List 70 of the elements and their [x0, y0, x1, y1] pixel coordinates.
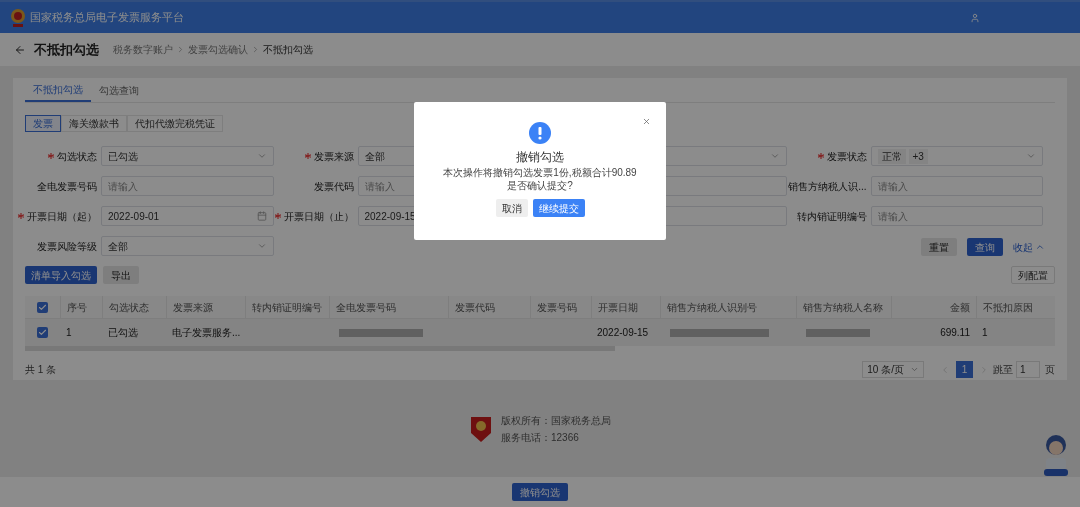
table-cell-text: 电子发票服务... [172, 326, 241, 340]
column-header: 开票日期 [591, 296, 660, 318]
table-cell-text: 2022-09-15 [597, 326, 649, 340]
column-header: 销售方纳税人识别号 [660, 296, 796, 318]
type-tab[interactable]: 海关缴款书 [61, 115, 127, 132]
table-cell-text: 1 [66, 326, 72, 340]
status-tag: 正常 [877, 148, 906, 164]
reset-button[interactable]: 重置 [921, 238, 957, 256]
page-input[interactable]: 1 [1016, 361, 1040, 378]
type-tab[interactable]: 发票 [25, 115, 61, 132]
column-header: 发票来源 [166, 296, 245, 318]
field-label: 发票状态 [826, 149, 867, 164]
column-header: 发票号码 [530, 296, 591, 318]
dialog-message: 本次操作将撤销勾选发票1份,税额合计90.89 [443, 166, 637, 179]
import-select-button[interactable]: 清单导入勾选 [25, 266, 97, 284]
dialog-message: 是否确认提交? [507, 179, 573, 192]
cancel-button[interactable]: 取消 [495, 199, 528, 217]
page-title: 不抵扣勾选 [34, 40, 99, 59]
type-tab[interactable]: 代扣代缴完税凭证 [127, 115, 223, 132]
form-field[interactable]: 正常 +3 [870, 146, 1043, 166]
collapse-link[interactable]: 收起 [1013, 239, 1045, 255]
select-value: 全部 [108, 239, 128, 254]
select-value: 已勾选 [108, 149, 138, 164]
field-label: 开票日期（止） [283, 209, 354, 224]
select-value: 全部 [364, 149, 385, 164]
date-value: 2022-09-01 [108, 209, 160, 224]
column-header: 金额 [891, 296, 976, 318]
table-cell-text: 699.11 [940, 326, 970, 340]
page-unit: 页 [1045, 363, 1055, 377]
column-header: 勾选状态 [102, 296, 166, 318]
breadcrumb-item: 不抵扣勾选 [263, 43, 313, 57]
form-field[interactable]: 已勾选 [101, 146, 274, 166]
breadcrumb-item[interactable]: 税务数字账户 [113, 42, 173, 57]
column-header: 全电发票号码 [329, 296, 448, 318]
jump-label: 跳至 [993, 363, 1013, 377]
breadcrumb-item[interactable]: 发票勾选确认 [188, 42, 248, 57]
field-label: 发票来源 [313, 149, 354, 164]
field-label: 全电发票号码 [37, 179, 97, 194]
search-button[interactable]: 查询 [967, 238, 1003, 256]
total-count: 共 1 条 [25, 363, 57, 377]
table-row[interactable]: 1 已勾选 电子发票服务... 2022-09-15 699.11 1 [25, 319, 1055, 346]
date-value: 2022-09-15 [364, 209, 416, 224]
tab[interactable]: 不抵扣勾选 [25, 78, 91, 102]
page-number[interactable]: 1 [956, 361, 973, 378]
copyright-text: 版权所有：国家税务总局 [501, 413, 611, 428]
column-header: 不抵扣原因 [976, 296, 1043, 318]
service-phone-text: 服务电话：12366 [501, 430, 580, 445]
field-label: 发票风险等级 [37, 239, 97, 254]
field-label: 销售方纳税人识... [788, 179, 867, 194]
column-header: 发票代码 [448, 296, 530, 318]
column-settings-button[interactable]: 列配置 [1011, 266, 1055, 284]
form-field[interactable]: 全部 [101, 236, 274, 256]
column-header: 序号 [60, 296, 102, 318]
field-label: 开票日期（起） [27, 209, 97, 224]
tab[interactable]: 勾选查询 [91, 78, 147, 102]
table-cell-text: 已勾选 [108, 326, 138, 340]
form-field[interactable]: 2022-09-01 [101, 206, 274, 226]
status-tag: +3 [908, 148, 928, 164]
cancel-selection-button[interactable]: 撤销勾选 [512, 483, 568, 501]
continue-submit-button[interactable]: 继续提交 [532, 199, 585, 217]
table-cell-text: 1 [982, 326, 988, 340]
dialog-title: 撤销勾选 [516, 149, 564, 166]
export-button[interactable]: 导出 [103, 266, 139, 284]
field-label: 发票代码 [313, 179, 354, 194]
column-header: 转内销证明编号 [245, 296, 329, 318]
field-label: 勾选状态 [57, 149, 97, 164]
page-size-select[interactable]: 10 条/页 [862, 361, 924, 378]
field-label: 转内销证明编号 [796, 209, 867, 224]
column-header: 销售方纳税人名称 [796, 296, 891, 318]
platform-title: 国家税务总局电子发票服务平台 [30, 10, 184, 26]
